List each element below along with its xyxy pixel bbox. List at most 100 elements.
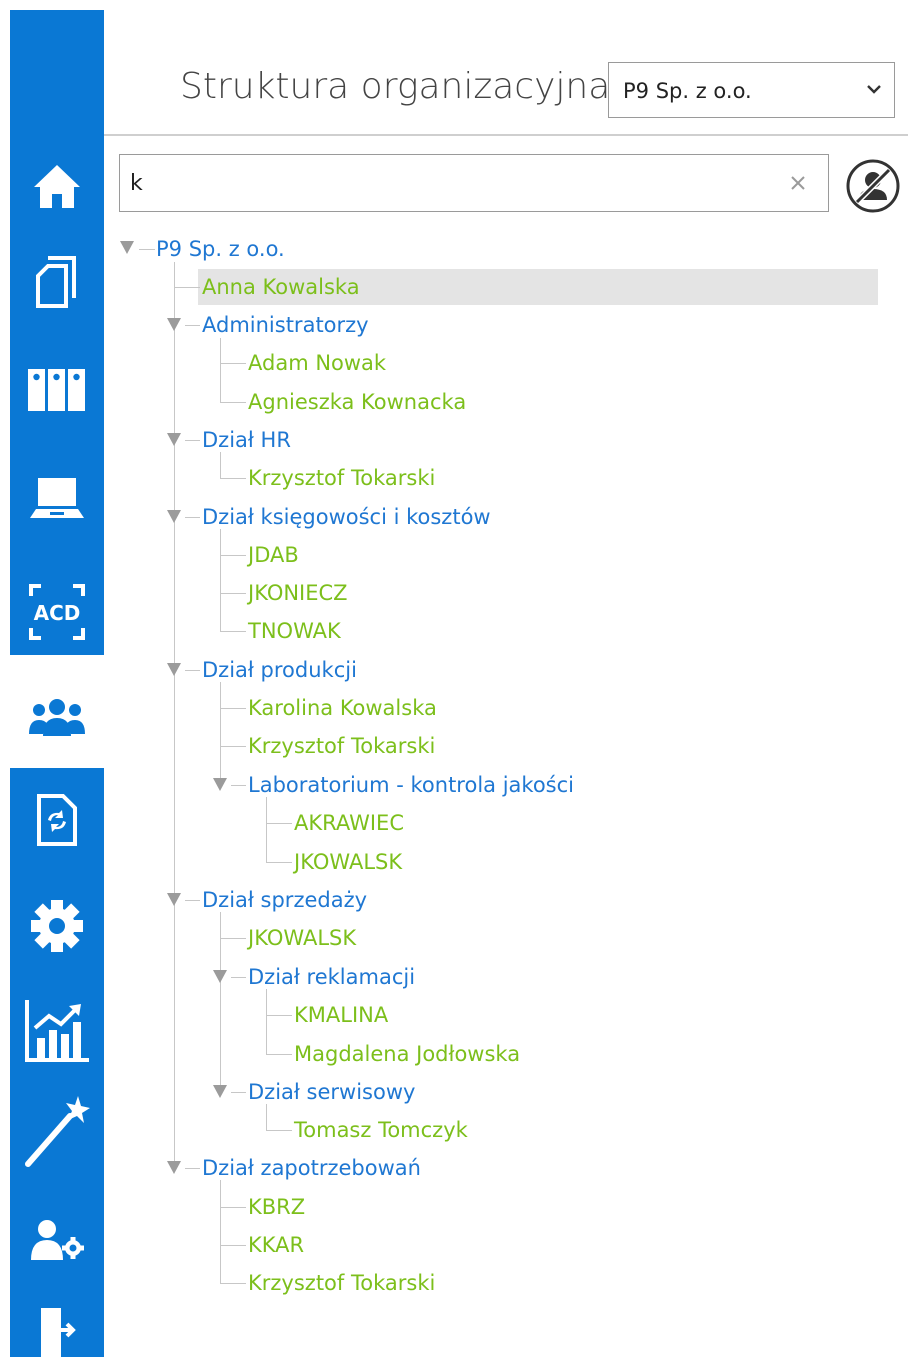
- tree-node-person[interactable]: Karolina Kowalska: [248, 690, 437, 726]
- tree-node-department[interactable]: Laboratorium - kontrola jakości: [248, 767, 574, 803]
- tree-line: [231, 785, 246, 786]
- user-settings-icon: [31, 1220, 84, 1260]
- header-divider: [104, 134, 908, 136]
- sidebar-item-reports[interactable]: [10, 990, 104, 1070]
- tree-line: [185, 1168, 200, 1169]
- sidebar-item-acd[interactable]: ACD: [10, 572, 104, 652]
- tree-line: [266, 797, 267, 862]
- tree-toggle-expanded-icon[interactable]: [167, 893, 181, 906]
- tree-node-person[interactable]: Krzysztof Tokarski: [248, 460, 435, 496]
- search-box: [119, 154, 829, 212]
- tree-line: [220, 478, 246, 479]
- sidebar-item-user-settings[interactable]: [10, 1200, 104, 1280]
- tree-toggle-expanded-icon[interactable]: [213, 1085, 227, 1098]
- tree-line: [185, 670, 200, 671]
- users-group-icon: [29, 699, 85, 736]
- tree-node-person[interactable]: KMALINA: [294, 997, 388, 1033]
- tree-line: [220, 529, 221, 631]
- workflow-document-icon: [37, 794, 77, 846]
- tree-node-department[interactable]: Dział zapotrzebowań: [202, 1150, 421, 1186]
- tree-line: [220, 555, 246, 556]
- tree-line: [220, 708, 246, 709]
- tree-toggle-expanded-icon[interactable]: [213, 778, 227, 791]
- page-title: Struktura organizacyjna: [180, 66, 611, 107]
- tree-node-department[interactable]: Dział księgowości i kosztów: [202, 499, 491, 535]
- search-input[interactable]: [126, 163, 766, 203]
- tree-node-person[interactable]: Krzysztof Tokarski: [248, 728, 435, 764]
- tree-node-department[interactable]: Dział reklamacji: [248, 959, 415, 995]
- tree-line: [220, 363, 246, 364]
- tree-node-department[interactable]: Administratorzy: [202, 307, 369, 343]
- tree-node-person[interactable]: Anna Kowalska: [202, 269, 360, 305]
- sidebar-item-logout[interactable]: [10, 1290, 104, 1357]
- sidebar-item-archive[interactable]: [10, 350, 104, 430]
- sidebar-item-wizard[interactable]: [10, 1090, 104, 1170]
- tree-line: [185, 325, 200, 326]
- tree-line: [220, 1207, 246, 1208]
- sidebar-item-workflow[interactable]: [10, 780, 104, 860]
- tree-node-person[interactable]: Magdalena Jodłowska: [294, 1036, 520, 1072]
- tree-toggle-expanded-icon[interactable]: [167, 510, 181, 523]
- tree-node-department[interactable]: Dział sprzedaży: [202, 882, 367, 918]
- tree-toggle-expanded-icon[interactable]: [167, 433, 181, 446]
- tree-line: [185, 900, 200, 901]
- magic-wand-icon: [25, 1096, 90, 1167]
- tree-node-person[interactable]: TNOWAK: [248, 613, 341, 649]
- tree-line: [139, 249, 155, 250]
- acd-icon: ACD: [29, 584, 85, 640]
- tree-line: [220, 682, 221, 785]
- sidebar-item-home[interactable]: [10, 146, 104, 226]
- tree-node-person[interactable]: JKOWALSK: [248, 920, 356, 956]
- tree-line: [220, 631, 246, 632]
- tree-toggle-expanded-icon[interactable]: [167, 663, 181, 676]
- sidebar-item-computer[interactable]: [10, 458, 104, 538]
- company-select[interactable]: P9 Sp. z o.o.: [608, 62, 895, 118]
- documents-icon: [36, 256, 76, 308]
- tree-line: [220, 1245, 246, 1246]
- tree-line: [220, 1283, 246, 1284]
- company-select-value: P9 Sp. z o.o.: [623, 79, 752, 103]
- tree-node-person[interactable]: KKAR: [248, 1227, 304, 1263]
- tree-line: [220, 912, 221, 1092]
- tree-line: [231, 1092, 246, 1093]
- binders-icon: [28, 369, 85, 411]
- chevron-down-icon: [867, 85, 881, 94]
- tree-line: [266, 989, 267, 1054]
- tree-line: [220, 593, 246, 594]
- tree-node-person[interactable]: AKRAWIEC: [294, 805, 404, 841]
- tree-node-person[interactable]: KBRZ: [248, 1189, 305, 1225]
- sidebar-item-documents[interactable]: [10, 242, 104, 322]
- tree-node-department[interactable]: Dział produkcji: [202, 652, 357, 688]
- laptop-icon: [30, 478, 84, 518]
- tree-line: [174, 262, 175, 1168]
- tree-line: [185, 517, 200, 518]
- tree-node-person[interactable]: Agnieszka Kownacka: [248, 384, 466, 420]
- tree-node-department[interactable]: Dział serwisowy: [248, 1074, 415, 1110]
- tree-toggle-expanded-icon[interactable]: [213, 970, 227, 983]
- user-crossed-icon: [846, 159, 900, 213]
- sidebar-item-organization[interactable]: [10, 678, 104, 758]
- tree-node-person[interactable]: JDAB: [248, 537, 299, 573]
- chart-icon: [25, 1000, 89, 1062]
- tree-line: [231, 977, 246, 978]
- tree-node-person[interactable]: Krzysztof Tokarski: [248, 1265, 435, 1301]
- sidebar-item-settings[interactable]: [10, 886, 104, 966]
- tree-toggle-expanded-icon[interactable]: [120, 241, 134, 254]
- tree-node-root[interactable]: P9 Sp. z o.o.: [156, 231, 285, 267]
- tree-node-person[interactable]: JKONIECZ: [248, 575, 348, 611]
- tree-line: [266, 862, 292, 863]
- tree-node-person[interactable]: JKOWALSK: [294, 844, 402, 880]
- tree-toggle-expanded-icon[interactable]: [167, 318, 181, 331]
- gear-icon: [31, 900, 83, 952]
- user-filter-button[interactable]: [845, 158, 901, 214]
- tree-line: [266, 823, 292, 824]
- search-clear-button[interactable]: [782, 167, 814, 199]
- tree-node-department[interactable]: Dział HR: [202, 422, 291, 458]
- tree-toggle-expanded-icon[interactable]: [167, 1161, 181, 1174]
- tree-node-person[interactable]: Tomasz Tomczyk: [294, 1112, 468, 1148]
- tree-line: [220, 746, 246, 747]
- tree-node-person[interactable]: Adam Nowak: [248, 345, 386, 381]
- home-icon: [34, 165, 80, 208]
- tree-line: [174, 287, 200, 288]
- tree-line: [266, 1015, 292, 1016]
